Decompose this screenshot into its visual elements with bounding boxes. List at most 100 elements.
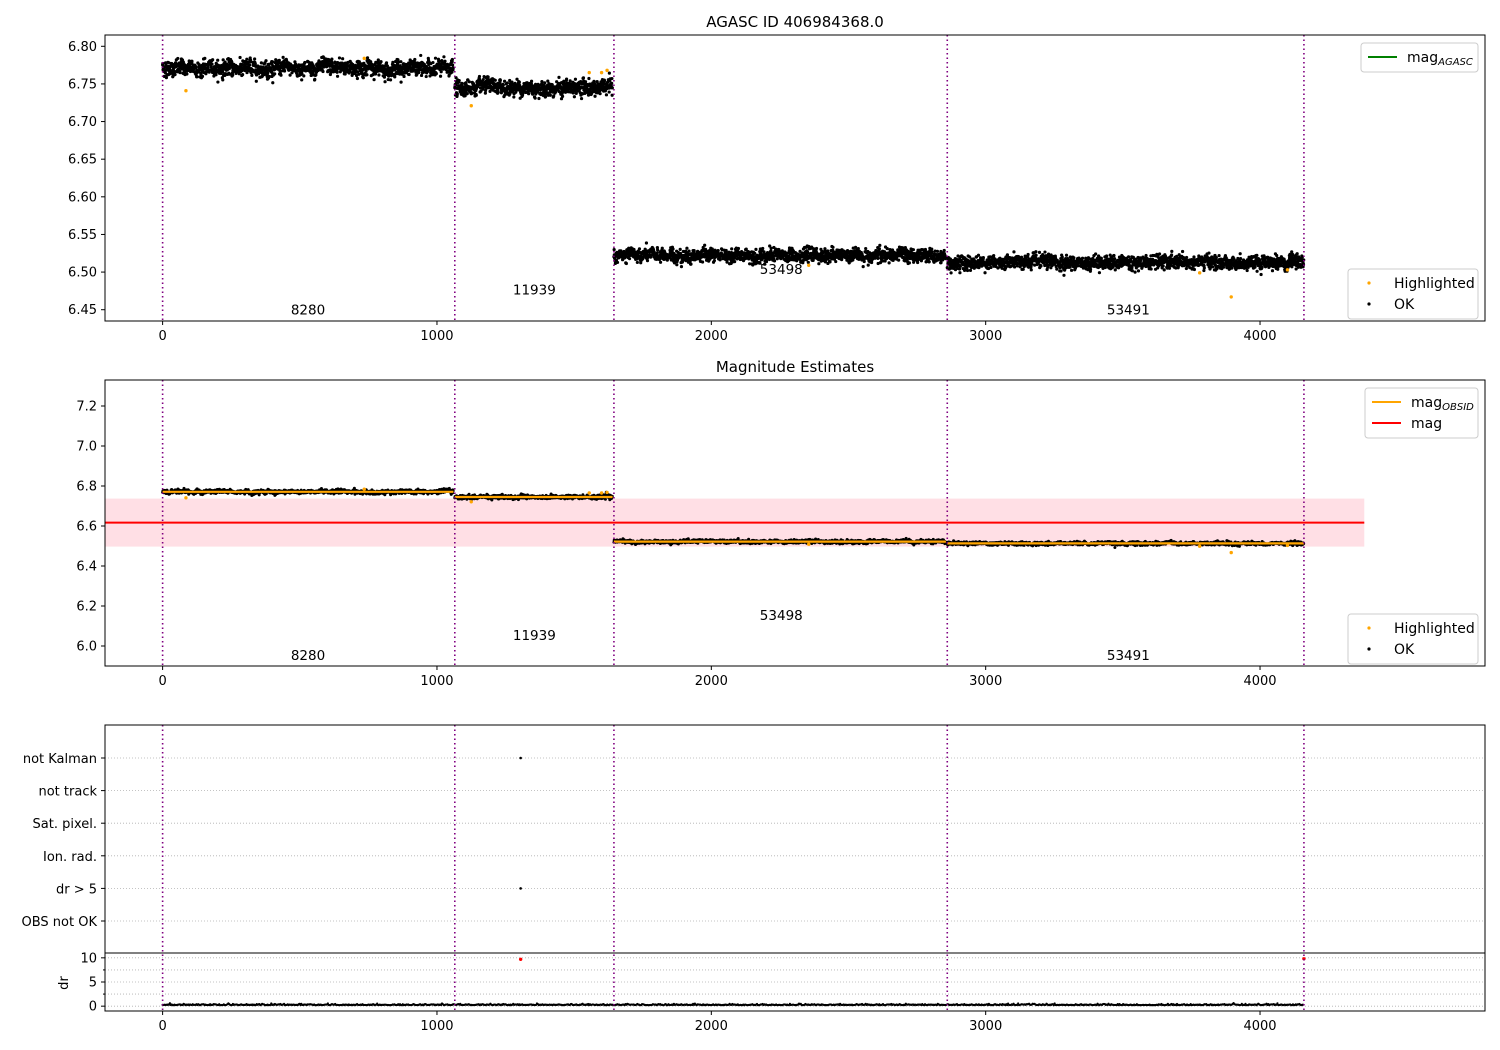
data-point-ok xyxy=(1133,270,1137,274)
data-point-ok xyxy=(1097,271,1102,275)
data-point-ok xyxy=(271,81,275,85)
data-point-ok xyxy=(814,246,819,251)
data-point-ok xyxy=(335,74,340,78)
data-point-ok xyxy=(675,263,679,267)
data-point-ok xyxy=(190,59,194,63)
data-point-ok xyxy=(604,93,609,97)
data-point-ok xyxy=(1015,264,1019,268)
data-point-ok xyxy=(1210,265,1215,269)
data-point-ok xyxy=(264,59,268,63)
data-point-ok xyxy=(635,260,639,265)
data-point-ok xyxy=(245,57,249,61)
data-point-ok xyxy=(1055,267,1059,271)
data-point-ok xyxy=(911,248,915,252)
data-point-ok xyxy=(1072,256,1076,260)
data-point-ok xyxy=(1094,252,1098,256)
data-point-ok xyxy=(313,77,317,81)
data-point-ok xyxy=(425,70,430,74)
data-point-ok xyxy=(173,72,177,77)
data-point-ok xyxy=(862,259,866,264)
data-point-ok xyxy=(861,265,865,269)
data-point-ok xyxy=(417,70,421,75)
data-point-ok xyxy=(460,81,464,85)
data-point-ok xyxy=(457,78,461,83)
data-point-ok xyxy=(1192,255,1196,259)
data-point-ok xyxy=(303,60,307,65)
data-point-ok xyxy=(769,246,773,250)
data-point-ok xyxy=(983,271,987,275)
data-point-ok xyxy=(602,79,607,83)
data-point-ok xyxy=(981,256,985,260)
data-point-ok xyxy=(583,80,588,84)
data-point-ok xyxy=(195,75,199,79)
data-point-ok xyxy=(200,74,205,78)
data-point-ok xyxy=(935,249,940,253)
data-point-ok xyxy=(1059,269,1063,273)
data-point-ok xyxy=(517,80,521,84)
data-point-ok xyxy=(481,77,485,82)
data-point-ok xyxy=(185,72,189,76)
data-point-ok xyxy=(806,260,810,264)
data-point-ok xyxy=(300,78,304,82)
data-point-ok xyxy=(501,83,505,87)
data-point-ok xyxy=(477,74,482,79)
data-point-ok xyxy=(399,80,403,84)
data-point-ok xyxy=(210,62,214,66)
data-point-ok xyxy=(1103,265,1107,270)
data-point-ok xyxy=(442,55,446,59)
data-point-ok xyxy=(176,56,180,61)
data-point-ok xyxy=(1214,256,1218,260)
data-point-ok xyxy=(194,64,198,69)
data-point-ok xyxy=(607,90,611,94)
data-point-ok xyxy=(537,96,541,101)
data-point-ok xyxy=(253,57,257,61)
data-point-ok xyxy=(388,78,393,82)
data-point-ok xyxy=(433,56,438,60)
data-point-ok xyxy=(730,247,734,251)
data-point-ok xyxy=(178,70,182,75)
data-point-ok xyxy=(712,258,716,263)
data-point-ok xyxy=(878,243,882,247)
data-point-ok xyxy=(1037,250,1042,254)
data-point-ok xyxy=(431,60,435,65)
data-point-ok xyxy=(692,249,696,253)
data-point-ok xyxy=(897,258,901,262)
panel-agasc: AGASC ID 406984368.0 8280119395349853491… xyxy=(68,13,1486,344)
data-point-ok xyxy=(1043,250,1047,254)
data-point-ok xyxy=(907,261,911,265)
data-point-ok xyxy=(887,261,891,265)
data-point-ok xyxy=(885,247,889,251)
data-point-ok xyxy=(455,92,459,96)
data-point-ok xyxy=(1149,267,1153,271)
data-point-ok xyxy=(660,246,664,250)
data-point-ok xyxy=(733,259,737,264)
data-point-ok xyxy=(355,76,360,81)
data-point-ok xyxy=(1021,267,1025,271)
data-point-ok xyxy=(587,76,591,81)
data-point-ok xyxy=(259,61,263,65)
data-point-ok xyxy=(383,80,387,84)
data-point-ok xyxy=(637,247,642,251)
data-point-ok xyxy=(644,241,649,245)
data-point-ok xyxy=(439,70,443,74)
data-point-ok xyxy=(1012,250,1016,254)
data-point-ok xyxy=(1202,266,1206,270)
data-point-ok xyxy=(413,57,417,62)
data-point-ok xyxy=(443,59,447,63)
data-point-ok xyxy=(281,55,285,60)
data-point-ok xyxy=(689,262,693,266)
data-point-ok xyxy=(716,248,720,253)
data-point-ok xyxy=(817,262,821,266)
data-point-ok xyxy=(572,95,576,99)
data-point-ok xyxy=(1039,264,1043,268)
data-point-ok xyxy=(302,74,306,78)
data-point-ok xyxy=(976,253,981,257)
data-point-ok xyxy=(505,81,509,85)
data-point-ok xyxy=(834,259,838,264)
data-point-ok xyxy=(434,72,438,76)
data-point-ok xyxy=(930,247,934,251)
data-point-ok xyxy=(1064,253,1069,257)
data-point-ok xyxy=(273,72,277,76)
data-point-ok xyxy=(527,92,531,96)
data-point-ok xyxy=(958,271,962,275)
